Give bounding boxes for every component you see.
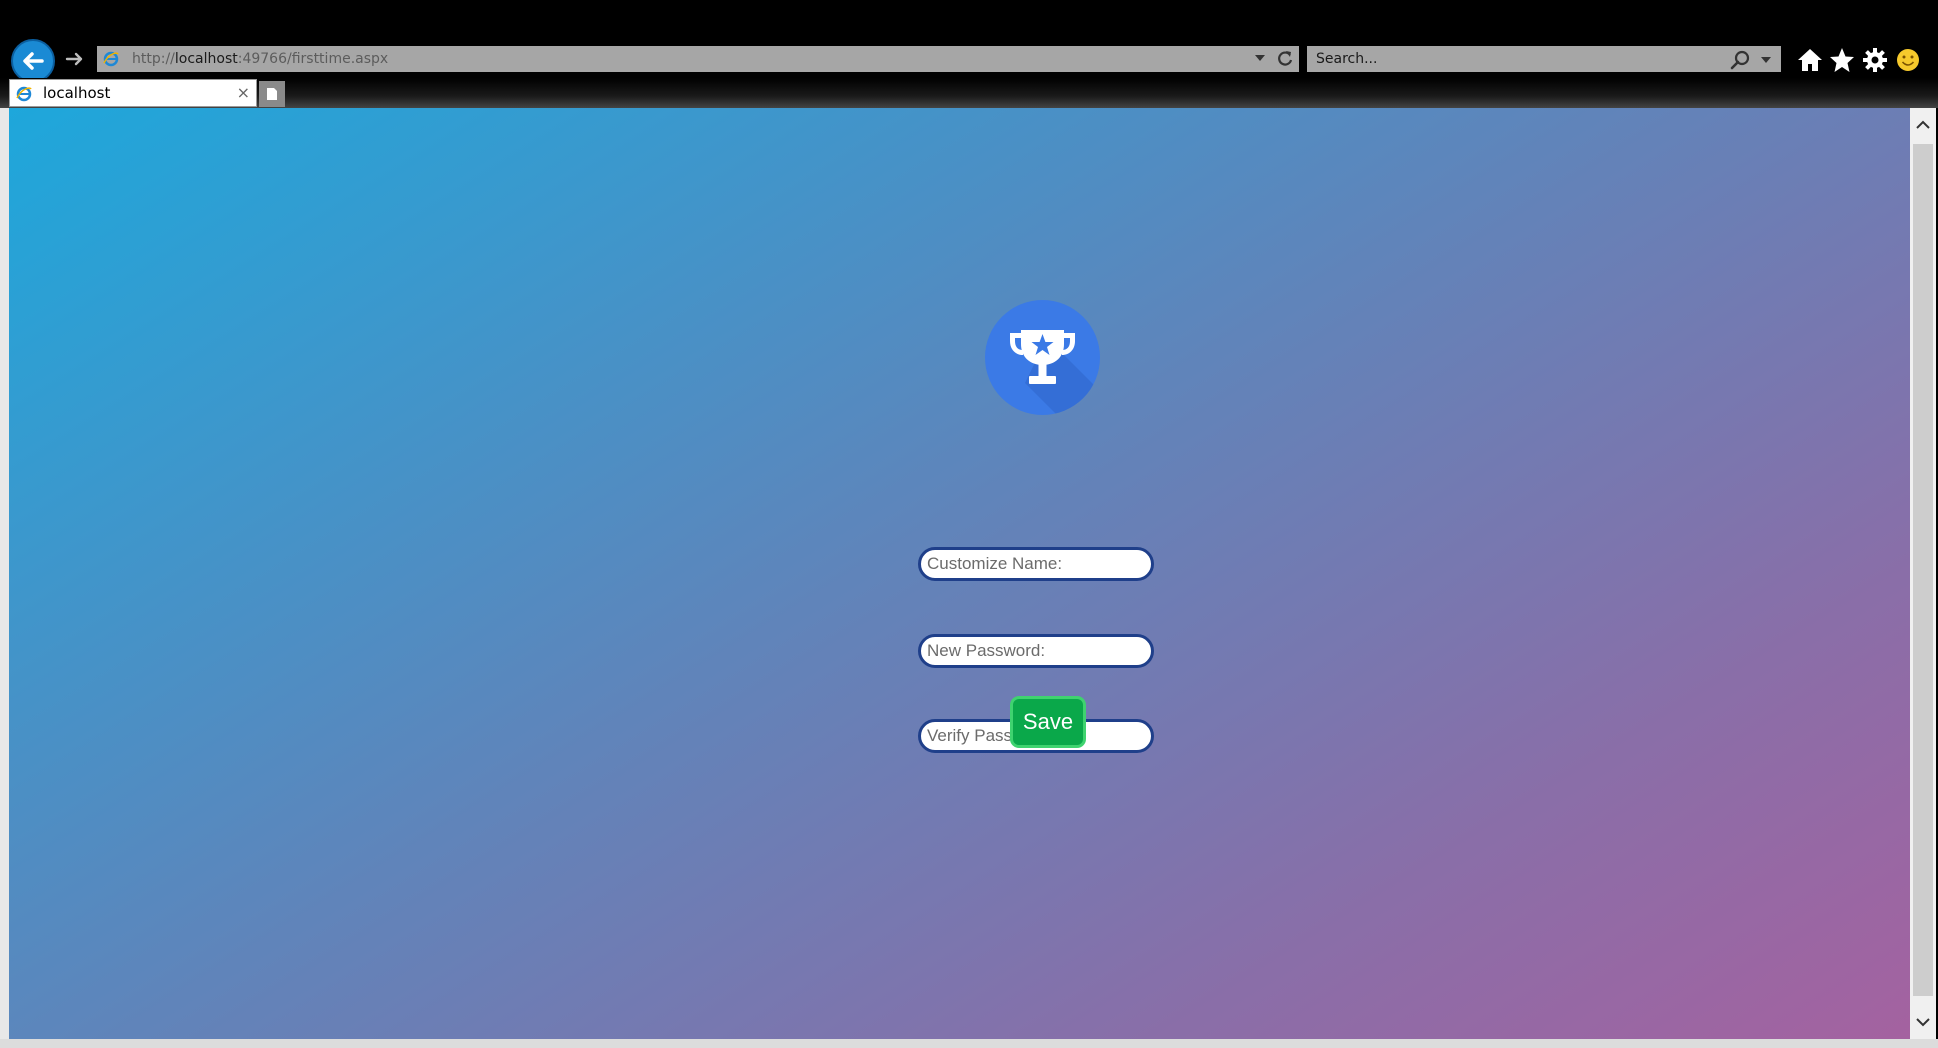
- customize-name-input[interactable]: [918, 547, 1154, 581]
- search-dropdown-icon[interactable]: [1761, 57, 1771, 63]
- title-area: [0, 0, 1938, 40]
- browser-window: http://localhost:49766/firsttime.aspx Se…: [0, 0, 1938, 1048]
- home-button[interactable]: [1797, 47, 1823, 73]
- forward-arrow-icon: [65, 52, 83, 66]
- address-url: http://localhost:49766/firsttime.aspx: [132, 51, 389, 67]
- window-bottom-border: [0, 1039, 1938, 1048]
- home-icon: [1798, 49, 1822, 71]
- search-placeholder: Search...: [1316, 51, 1378, 67]
- refresh-icon[interactable]: [1275, 49, 1295, 69]
- save-button[interactable]: Save: [1010, 696, 1086, 748]
- search-bar[interactable]: Search...: [1307, 46, 1781, 72]
- star-icon: [1830, 48, 1854, 72]
- chevron-down-icon: [1916, 1018, 1930, 1027]
- address-dropdown-icon[interactable]: [1255, 55, 1265, 61]
- forward-button[interactable]: [64, 48, 86, 70]
- new-tab-icon: [267, 88, 277, 100]
- scroll-down-button[interactable]: [1910, 1007, 1936, 1037]
- trophy-logo: [985, 300, 1100, 415]
- new-password-input[interactable]: [918, 634, 1154, 668]
- tab-label: localhost: [43, 84, 111, 102]
- trophy-star-icon: [1010, 330, 1100, 415]
- scroll-thumb[interactable]: [1913, 144, 1933, 996]
- scroll-up-button[interactable]: [1910, 110, 1936, 140]
- tab-row: [0, 78, 1938, 108]
- search-icon[interactable]: [1729, 49, 1751, 71]
- tab-localhost[interactable]: localhost ×: [9, 79, 257, 107]
- ie-favicon-icon: [16, 86, 32, 102]
- new-tab-button[interactable]: [259, 81, 285, 107]
- address-bar[interactable]: http://localhost:49766/firsttime.aspx: [97, 46, 1299, 72]
- back-button[interactable]: [11, 39, 55, 83]
- window-border: [0, 108, 9, 1039]
- smiley-icon: [1897, 49, 1919, 71]
- tab-close-icon[interactable]: ×: [237, 80, 250, 106]
- vertical-scrollbar[interactable]: [1910, 108, 1936, 1039]
- chevron-up-icon: [1916, 120, 1930, 129]
- settings-button[interactable]: [1862, 47, 1888, 73]
- back-arrow-icon: [23, 52, 44, 70]
- gear-icon: [1863, 48, 1887, 72]
- feedback-button[interactable]: [1895, 47, 1921, 73]
- favorites-button[interactable]: [1829, 47, 1855, 73]
- ie-favicon-icon: [103, 51, 119, 67]
